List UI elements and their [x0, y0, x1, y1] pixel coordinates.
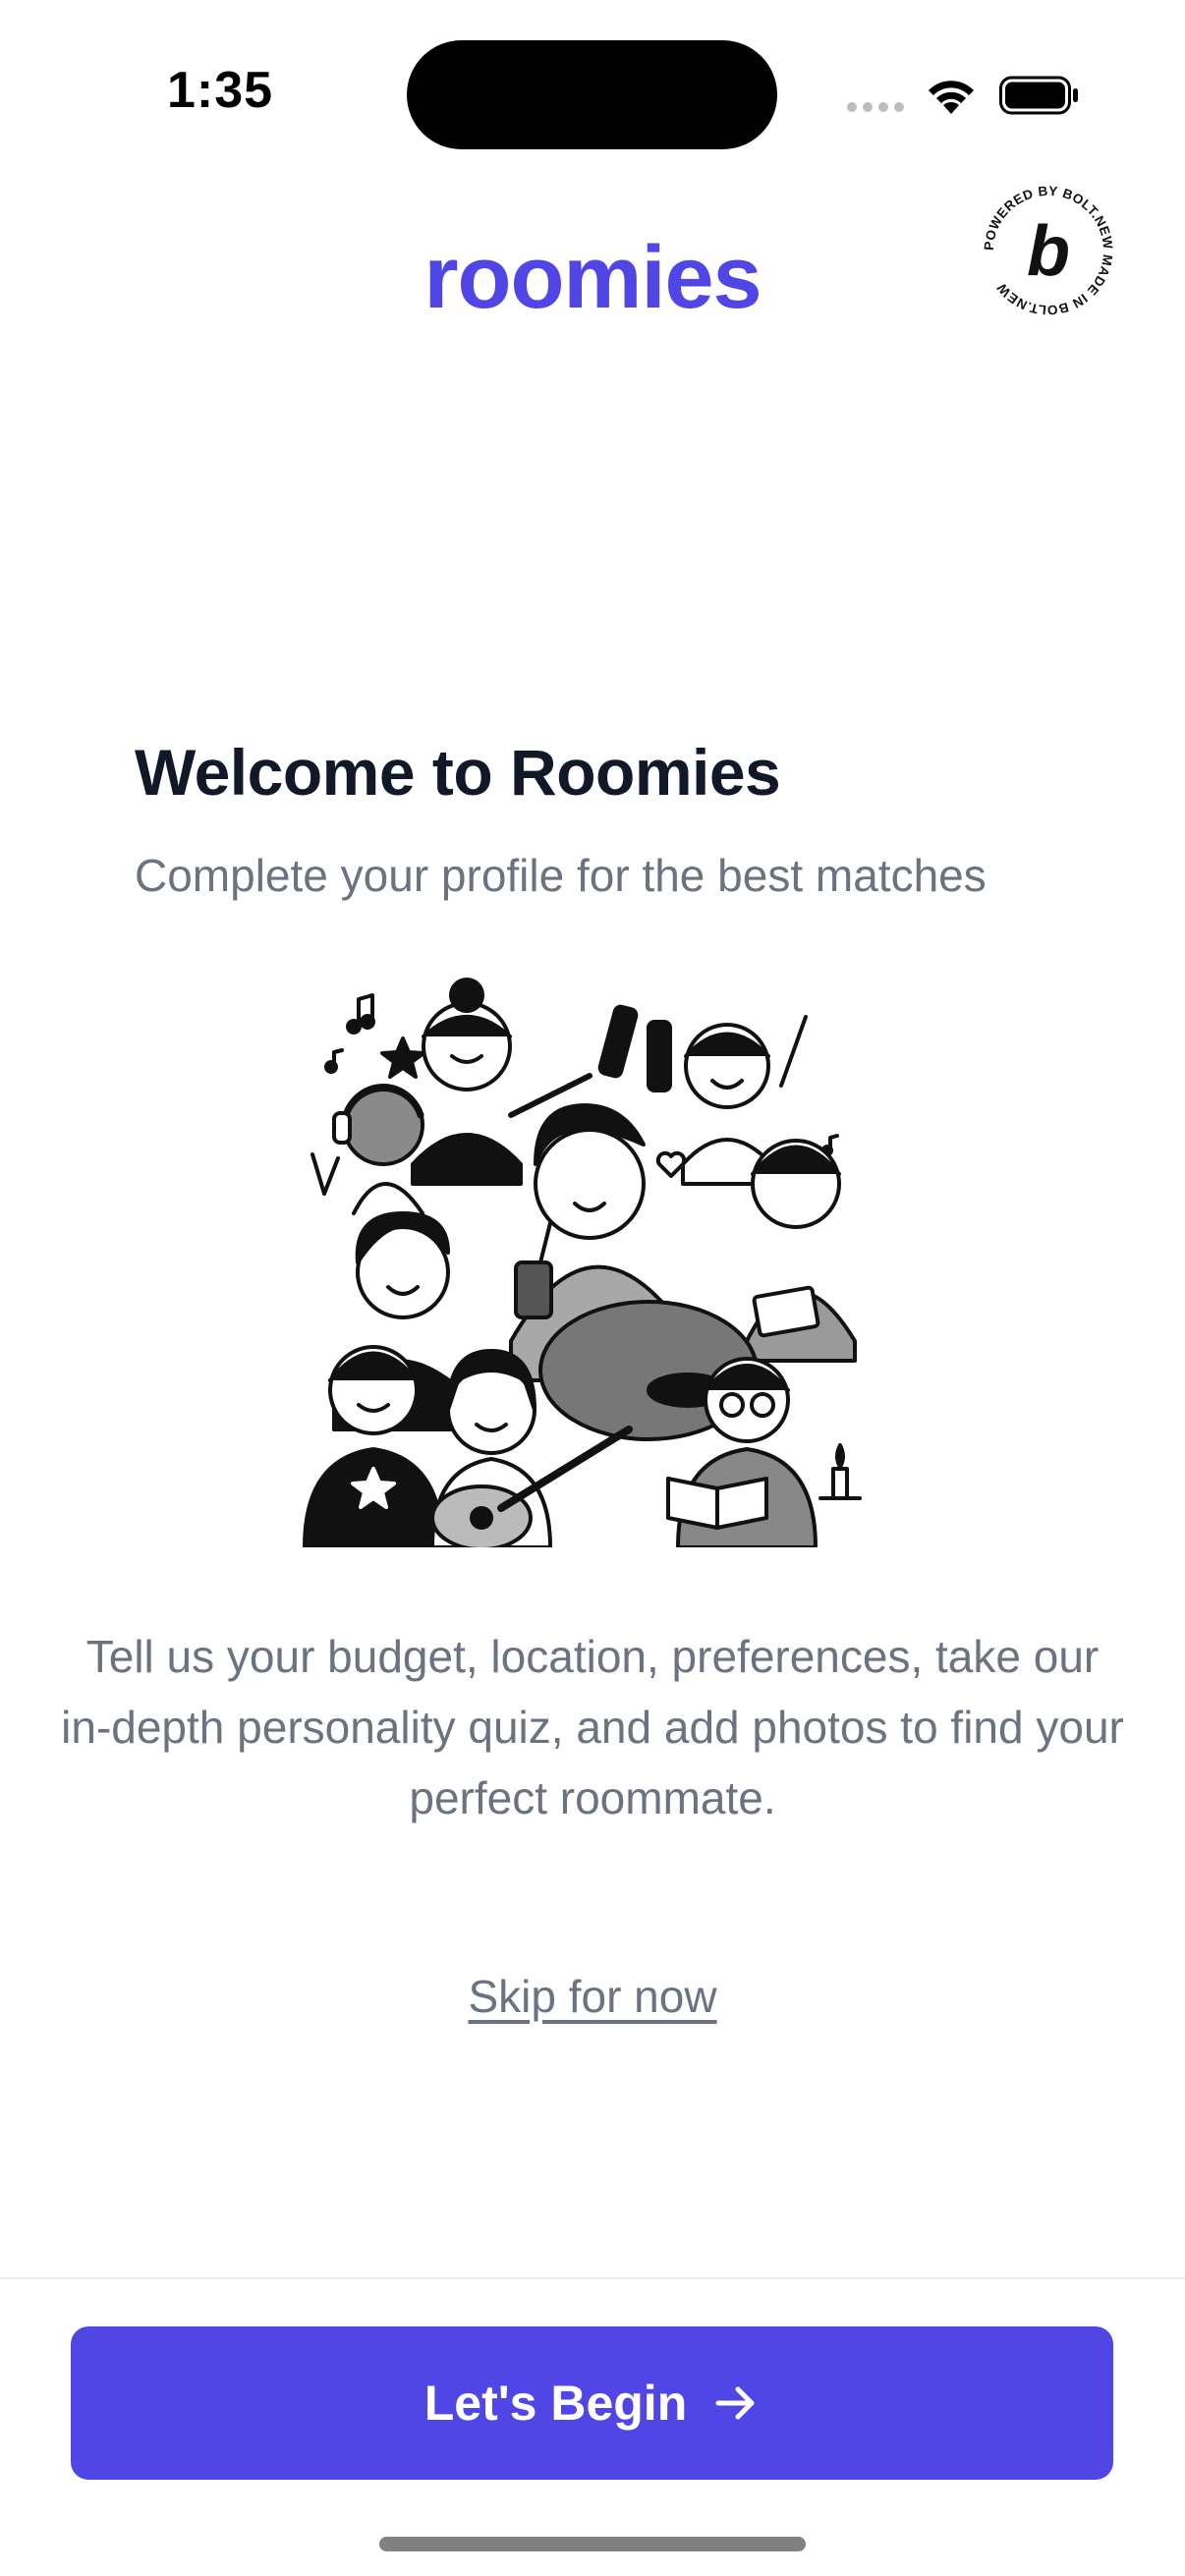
arrow-right-icon — [715, 2386, 755, 2420]
skip-for-now-link[interactable]: Skip for now — [468, 1971, 716, 2022]
welcome-subtitle: Complete your profile for the best match… — [135, 850, 987, 901]
cellular-signal-icon — [847, 102, 904, 112]
bolt-badge-icon[interactable]: POWERED BY BOLT.NEW MADE IN BOLT.NEW b — [975, 177, 1122, 324]
welcome-title: Welcome to Roomies — [135, 736, 781, 809]
bottom-divider — [0, 2277, 1185, 2279]
dynamic-island — [407, 40, 777, 149]
lets-begin-label: Let's Begin — [423, 2376, 688, 2431]
home-indicator[interactable] — [379, 2537, 806, 2551]
badge-letter: b — [1027, 212, 1070, 291]
friends-group-illustration — [303, 978, 862, 1547]
welcome-description: Tell us your budget, location, preferenc… — [61, 1631, 1124, 1823]
skip-link-row: Skip for now — [0, 1970, 1185, 2023]
wifi-icon — [929, 81, 974, 114]
lets-begin-button[interactable]: Let's Begin — [71, 2326, 1113, 2480]
battery-icon — [999, 76, 1078, 115]
onboarding-screen: 1:35 roomies POWERED BY BOLT.NEW MADE IN… — [0, 0, 1185, 2576]
status-time: 1:35 — [167, 62, 274, 119]
